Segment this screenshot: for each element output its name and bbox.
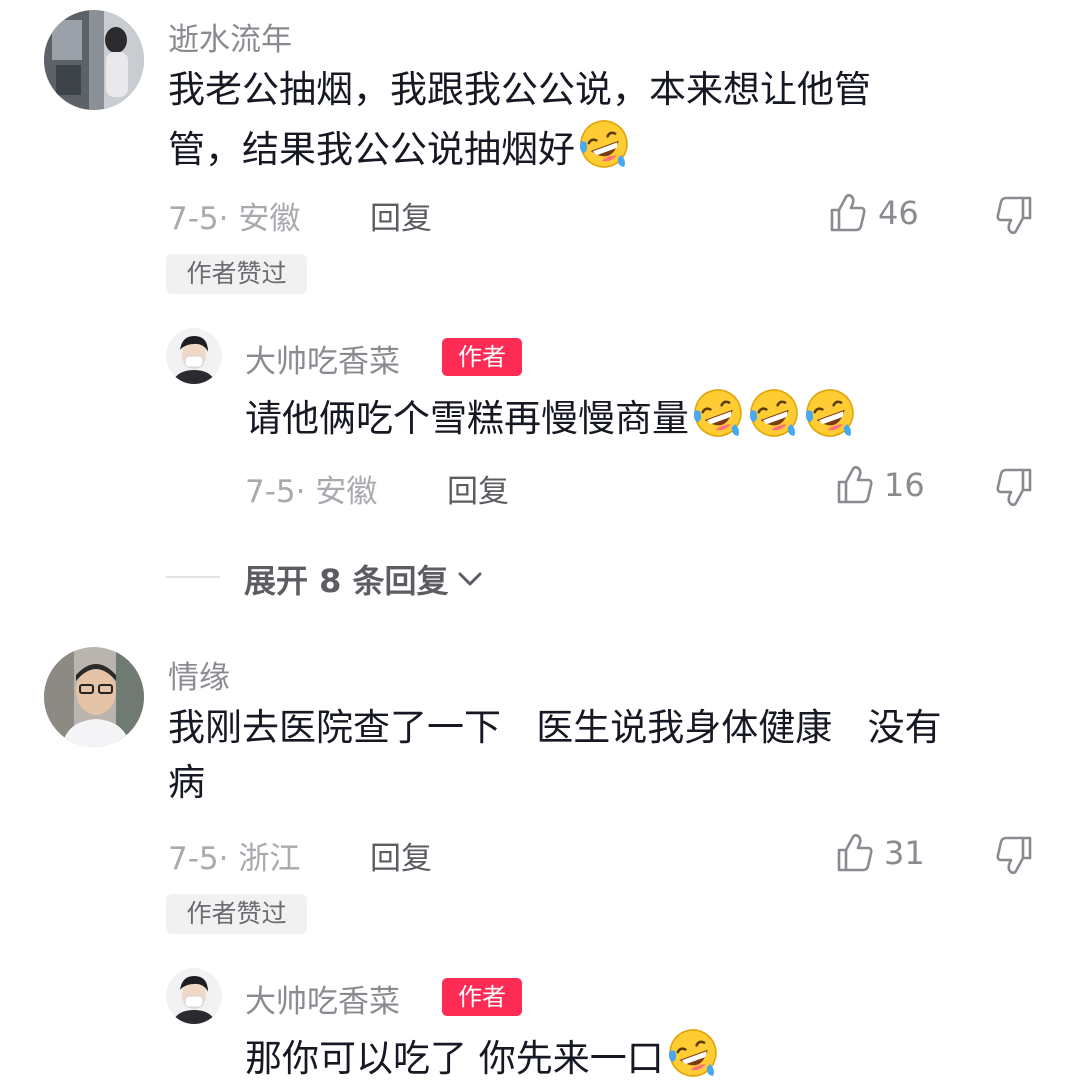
comment-username[interactable]: 情缘 <box>168 652 230 697</box>
author-tag: 作者 <box>442 978 522 1016</box>
thumbs-down-icon[interactable] <box>995 835 1033 875</box>
author-avatar[interactable] <box>166 968 222 1024</box>
reply-text-content: 那你可以吃了 你先来一口 <box>245 1037 664 1080</box>
reply-username[interactable]: 大帅吃香菜 <box>245 336 400 381</box>
author-avatar[interactable] <box>166 328 222 384</box>
reply-date-location: 7-5· 安徽 <box>245 474 378 510</box>
comment-date-location: 7-5· 浙江 <box>168 841 301 877</box>
thumbs-down-icon[interactable] <box>995 467 1033 507</box>
author-liked-badge: 作者赞过 <box>166 254 307 294</box>
thumbs-up-icon[interactable] <box>829 193 867 233</box>
thumbs-up-icon[interactable] <box>836 465 874 505</box>
comment-date-location: 7-5· 安徽 <box>168 201 301 237</box>
thumbs-up-icon[interactable] <box>836 833 874 873</box>
reply-button[interactable]: 回复 <box>447 466 509 511</box>
expand-replies-label: 展开 8 条回复 <box>244 562 449 600</box>
author-liked-badge: 作者赞过 <box>166 894 307 934</box>
comment-text-line-wrap: 管，结果我公公说抽烟好 <box>168 113 1048 186</box>
comment-username[interactable]: 逝水流年 <box>168 14 292 59</box>
rolling-laughing-emoji <box>687 382 749 455</box>
expand-divider <box>166 576 220 578</box>
expand-replies-button[interactable]: 展开 8 条回复 <box>244 556 485 602</box>
comment-text: 我刚去医院查了一下 医生说我身体健康 没有 病 <box>168 700 1058 810</box>
author-tag: 作者 <box>442 338 522 376</box>
avatar[interactable] <box>44 647 144 747</box>
comment-text-line: 管，结果我公公说抽烟好 <box>168 128 575 171</box>
rolling-laughing-emoji <box>743 382 805 455</box>
thumbs-down-icon[interactable] <box>995 195 1033 235</box>
like-count: 16 <box>884 466 925 504</box>
reply-username[interactable]: 大帅吃香菜 <box>245 976 400 1021</box>
rolling-laughing-emoji <box>573 113 635 186</box>
comment-text-line: 我老公抽烟，我跟我公公说，本来想让他管 <box>168 68 871 111</box>
reply-text: 请他俩吃个雪糕再慢慢商量 <box>245 382 1045 455</box>
comment-text: 我老公抽烟，我跟我公公说，本来想让他管 管，结果我公公说抽烟好 <box>168 62 1048 186</box>
avatar[interactable] <box>44 10 144 110</box>
like-count: 46 <box>878 194 919 232</box>
reply-text-content: 请他俩吃个雪糕再慢慢商量 <box>245 397 689 440</box>
comment-text-line: 病 <box>168 761 205 804</box>
rolling-laughing-emoji <box>799 382 861 455</box>
reply-button[interactable]: 回复 <box>370 833 432 878</box>
like-count: 31 <box>884 834 925 872</box>
reply-button[interactable]: 回复 <box>370 193 432 238</box>
rolling-laughing-emoji <box>662 1022 724 1086</box>
reply-text: 那你可以吃了 你先来一口 <box>245 1022 1045 1086</box>
chevron-down-icon <box>455 564 485 594</box>
comment-text-line: 我刚去医院查了一下 医生说我身体健康 没有 <box>168 706 942 749</box>
